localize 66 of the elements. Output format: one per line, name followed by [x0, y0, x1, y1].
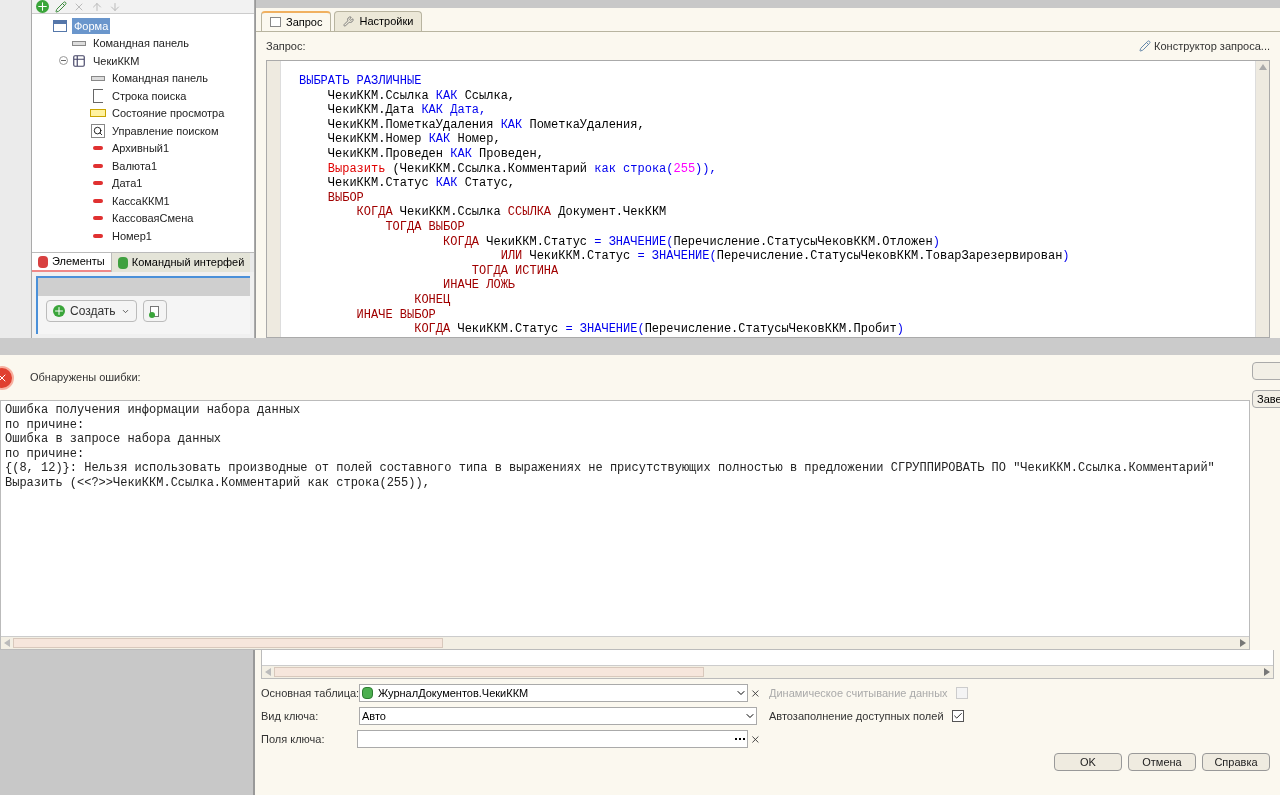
horizontal-scrollbar[interactable] [1, 636, 1249, 649]
scroll-up-icon[interactable] [1258, 64, 1267, 70]
pencil-icon [1139, 40, 1152, 52]
command-bar-icon [72, 40, 86, 46]
scroll-left-icon[interactable] [4, 639, 10, 647]
field-icon [93, 181, 103, 186]
query-builder-link[interactable]: Конструктор запроса... [1139, 37, 1270, 55]
tree-item[interactable]: Архивный1 [110, 140, 172, 157]
delete-icon[interactable] [73, 1, 85, 13]
tree-item[interactable]: Номер1 [110, 227, 154, 244]
key-fields-input[interactable] [357, 730, 749, 748]
field-label: Вид ключа: [261, 708, 320, 724]
tree-item[interactable]: ЧекиККМ [91, 52, 142, 69]
tab[interactable]: Настройки [334, 11, 423, 31]
tree-item[interactable]: Командная панель [110, 70, 210, 87]
tree-item[interactable]: Дата1 [110, 175, 145, 192]
tree-item[interactable]: Строка поиска [110, 87, 189, 104]
select-field[interactable]: Авто [359, 707, 757, 725]
field-icon [93, 163, 103, 168]
document-icon[interactable] [142, 300, 167, 322]
tree-item[interactable]: Управление поиском [110, 122, 221, 139]
tree-item[interactable]: Состояние просмотра [110, 105, 227, 122]
checkbox-label: Динамическое считывание данных [769, 685, 948, 701]
field-icon [93, 216, 103, 221]
add-icon [53, 305, 65, 317]
field-icon [93, 146, 103, 151]
form-icon [53, 19, 67, 32]
table-icon [270, 17, 281, 27]
checkbox-label: Автозаполнение доступных полей [769, 708, 944, 724]
error-text: Ошибка получения информации набора данных по причине: Ошибка в запросе набора данных по причине: {(8, 12)}: Нельзя использовать производные от полей составного типа в выражениях не присутствующих полностью в предложении СГРУППИРОВАТЬ ПО "ЧекиККМ.Ссылка.Комментарий" Выразить (<<?>>ЧекиККМ.Ссылка.Комментарий как строка(255)), [4, 402, 1216, 492]
scroll-right-icon[interactable] [1264, 668, 1270, 676]
scroll-right-icon[interactable] [1240, 639, 1246, 647]
tree-item[interactable]: Валюта1 [110, 157, 160, 174]
field-icon [93, 233, 103, 238]
edit-icon[interactable] [55, 1, 67, 13]
dialog-button[interactable]: Справка [1202, 753, 1270, 771]
field-label: Основная таблица: [261, 685, 359, 701]
tree-item[interactable]: КассоваяСмена [110, 210, 196, 227]
input-icon [93, 88, 103, 103]
horizontal-scrollbar[interactable] [262, 665, 1273, 678]
field-label: Запрос: [266, 38, 306, 54]
scroll-left-icon[interactable] [265, 668, 271, 676]
panel-tab[interactable]: Элементы [32, 253, 111, 272]
checkbox[interactable] [951, 710, 964, 722]
command-bar-icon [91, 75, 105, 81]
dialog-button[interactable]: OK [1054, 753, 1122, 771]
clear-icon[interactable] [750, 733, 761, 745]
clear-icon[interactable] [750, 687, 761, 699]
dialog-button[interactable] [1252, 362, 1280, 380]
create-button[interactable]: Создать [46, 300, 137, 322]
field-icon [93, 198, 103, 203]
table-icon [72, 53, 86, 68]
status-icon [90, 109, 106, 118]
collapse-toggle[interactable] [58, 56, 68, 66]
wrench-icon [343, 16, 355, 27]
search-icon [91, 123, 105, 138]
add-icon[interactable] [36, 0, 49, 13]
dialog-heading: Обнаружены ошибки: [30, 370, 141, 386]
tree-item[interactable]: Командная панель [91, 35, 191, 52]
tab[interactable]: Запрос [261, 11, 332, 31]
tree-item[interactable]: КассаККМ1 [110, 192, 172, 209]
vertical-scrollbar[interactable] [1255, 61, 1269, 337]
dialog-button[interactable]: Отмена [1128, 753, 1196, 771]
panel-tab[interactable]: Командный интерфей [110, 253, 251, 272]
select-field[interactable]: ЖурналДокументов.ЧекиККМ [359, 684, 749, 702]
field-label: Поля ключа: [261, 731, 326, 747]
